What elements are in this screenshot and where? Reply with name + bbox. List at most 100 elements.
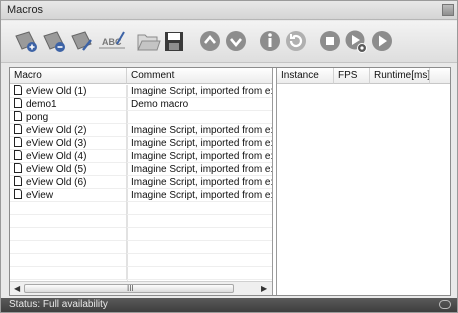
move-down-icon[interactable] xyxy=(223,28,249,54)
macro-name: eView Old (3) xyxy=(26,138,87,149)
macros-list: Macro Comment eView Old (1) Imagine Scrip… xyxy=(10,68,273,295)
macro-comment-cell: Imagine Script, imported from e:cue Patc xyxy=(127,85,273,98)
column-header-fps[interactable]: FPS xyxy=(334,68,370,84)
macro-comment: Imagine Script, imported from e:cue Patc xyxy=(131,177,273,188)
macro-comment-cell xyxy=(127,202,272,215)
macro-comment-cell xyxy=(127,215,272,228)
macro-name: eView Old (4) xyxy=(26,151,87,162)
macro-file-icon xyxy=(14,176,22,186)
macro-comment-cell xyxy=(127,241,272,254)
macro-comment-cell: Imagine Script, imported from e:cue Patc xyxy=(127,176,273,189)
toolbar: ABC xyxy=(1,21,457,63)
scrollbar-thumb[interactable]: III xyxy=(24,284,234,293)
column-header-comment[interactable]: Comment xyxy=(127,68,272,84)
macro-delete-icon[interactable] xyxy=(41,28,67,54)
play-icon[interactable] xyxy=(369,28,395,54)
macro-file-icon xyxy=(14,189,22,199)
macro-new-icon[interactable] xyxy=(13,28,39,54)
macro-comment-cell: Imagine Script, imported from e:cue Patc xyxy=(127,137,273,150)
empty-table-row xyxy=(10,254,272,267)
scrollbar-grip: III xyxy=(127,284,134,293)
status-text: Status: Full availability xyxy=(9,299,108,310)
macro-comment: Imagine Script, imported from e:cue Patc xyxy=(131,138,273,149)
macro-name-cell: eView Old (5) xyxy=(10,163,127,176)
table-row[interactable]: pong xyxy=(10,111,272,124)
close-icon[interactable] xyxy=(442,4,454,16)
table-row[interactable]: eView Old (2) Imagine Script, imported fr… xyxy=(10,124,273,137)
macro-name-cell: eView Old (4) xyxy=(10,150,127,163)
info-icon[interactable] xyxy=(257,28,283,54)
macro-name-cell: pong xyxy=(10,111,127,124)
empty-table-row xyxy=(10,215,272,228)
macro-name-cell: eView Old (2) xyxy=(10,124,127,137)
table-row[interactable]: eView Old (6) Imagine Script, imported fr… xyxy=(10,176,273,189)
macro-file-icon xyxy=(14,137,22,147)
content-area: Macro Comment eView Old (1) Imagine Scrip… xyxy=(9,67,451,296)
empty-table-row xyxy=(10,267,272,280)
scroll-left-icon[interactable]: ◀ xyxy=(14,284,20,294)
macro-name-cell xyxy=(10,241,127,254)
macro-comment-cell: Imagine Script, imported from e:cue Patc xyxy=(127,189,273,202)
table-row[interactable]: eView Old (1) Imagine Script, imported fr… xyxy=(10,85,273,98)
macro-rows: eView Old (1) Imagine Script, imported fr… xyxy=(10,85,273,280)
macro-name-cell: eView Old (3) xyxy=(10,137,127,150)
empty-table-row xyxy=(10,241,272,254)
macro-comment: Imagine Script, imported from e:cue Patc xyxy=(131,190,273,201)
macro-file-icon xyxy=(14,98,22,108)
open-folder-icon[interactable] xyxy=(135,28,161,54)
column-header-blank xyxy=(430,68,450,84)
macro-properties-icon[interactable] xyxy=(69,28,95,54)
column-header-runtime[interactable]: Runtime[ms] xyxy=(370,68,430,84)
table-row[interactable]: eView Old (4) Imagine Script, imported fr… xyxy=(10,150,273,163)
macro-file-icon xyxy=(14,150,22,160)
move-up-icon[interactable] xyxy=(197,28,223,54)
table-row[interactable]: demo1 Demo macro xyxy=(10,98,272,111)
macro-name: eView xyxy=(26,190,54,201)
title-bar: Macros xyxy=(1,1,457,20)
macro-comment-cell: Imagine Script, imported from e:cue Patc xyxy=(127,163,273,176)
horizontal-scrollbar[interactable]: ◀ III ▶ xyxy=(10,281,272,295)
macro-comment: Imagine Script, imported from e:cue Patc xyxy=(131,86,273,97)
scroll-right-icon[interactable]: ▶ xyxy=(261,284,267,294)
macro-file-icon xyxy=(14,124,22,134)
macro-name-cell xyxy=(10,202,127,215)
macro-comment-cell: Imagine Script, imported from e:cue Patc xyxy=(127,124,273,137)
table-row[interactable]: eView Imagine Script, imported from e:cue… xyxy=(10,189,273,202)
macro-file-icon xyxy=(14,111,22,121)
macro-name: demo1 xyxy=(26,99,57,110)
macro-comment-cell xyxy=(127,254,272,267)
macro-name-cell: eView xyxy=(10,189,127,202)
macro-name-cell xyxy=(10,254,127,267)
status-resize-icon xyxy=(439,300,451,309)
empty-table-row xyxy=(10,228,272,241)
macro-name-cell xyxy=(10,267,127,280)
stop-icon[interactable] xyxy=(317,28,343,54)
macro-comment-cell: Demo macro xyxy=(127,98,272,111)
column-header-macro[interactable]: Macro xyxy=(10,68,127,84)
macro-comment: Imagine Script, imported from e:cue Patc xyxy=(131,151,273,162)
macro-comment: Imagine Script, imported from e:cue Patc xyxy=(131,125,273,136)
table-row[interactable]: eView Old (5) Imagine Script, imported fr… xyxy=(10,163,273,176)
empty-table-row xyxy=(10,202,272,215)
macro-comment: Demo macro xyxy=(131,99,189,110)
macro-comment-cell xyxy=(127,267,272,280)
refresh-icon[interactable] xyxy=(283,28,309,54)
macro-name-cell: demo1 xyxy=(10,98,127,111)
macro-name-cell: eView Old (1) xyxy=(10,85,127,98)
macro-rename-icon[interactable]: ABC xyxy=(97,28,127,54)
macro-comment-cell: Imagine Script, imported from e:cue Patc xyxy=(127,150,273,163)
running-instances-list: Instance FPS Runtime[ms] xyxy=(276,68,450,295)
column-header-instance[interactable]: Instance xyxy=(277,68,334,84)
table-row[interactable]: eView Old (3) Imagine Script, imported fr… xyxy=(10,137,273,150)
macro-name: eView Old (1) xyxy=(26,86,87,97)
save-icon[interactable] xyxy=(161,28,187,54)
macro-comment: Imagine Script, imported from e:cue Patc xyxy=(131,164,273,175)
macro-comment-cell xyxy=(127,228,272,241)
macro-name: pong xyxy=(26,112,49,123)
window-title: Macros xyxy=(7,4,44,16)
macro-name: eView Old (5) xyxy=(26,164,87,175)
macro-comment-cell xyxy=(127,111,272,124)
macro-name: eView Old (2) xyxy=(26,125,87,136)
macro-file-icon xyxy=(14,163,22,173)
run-with-settings-icon[interactable] xyxy=(343,28,369,54)
